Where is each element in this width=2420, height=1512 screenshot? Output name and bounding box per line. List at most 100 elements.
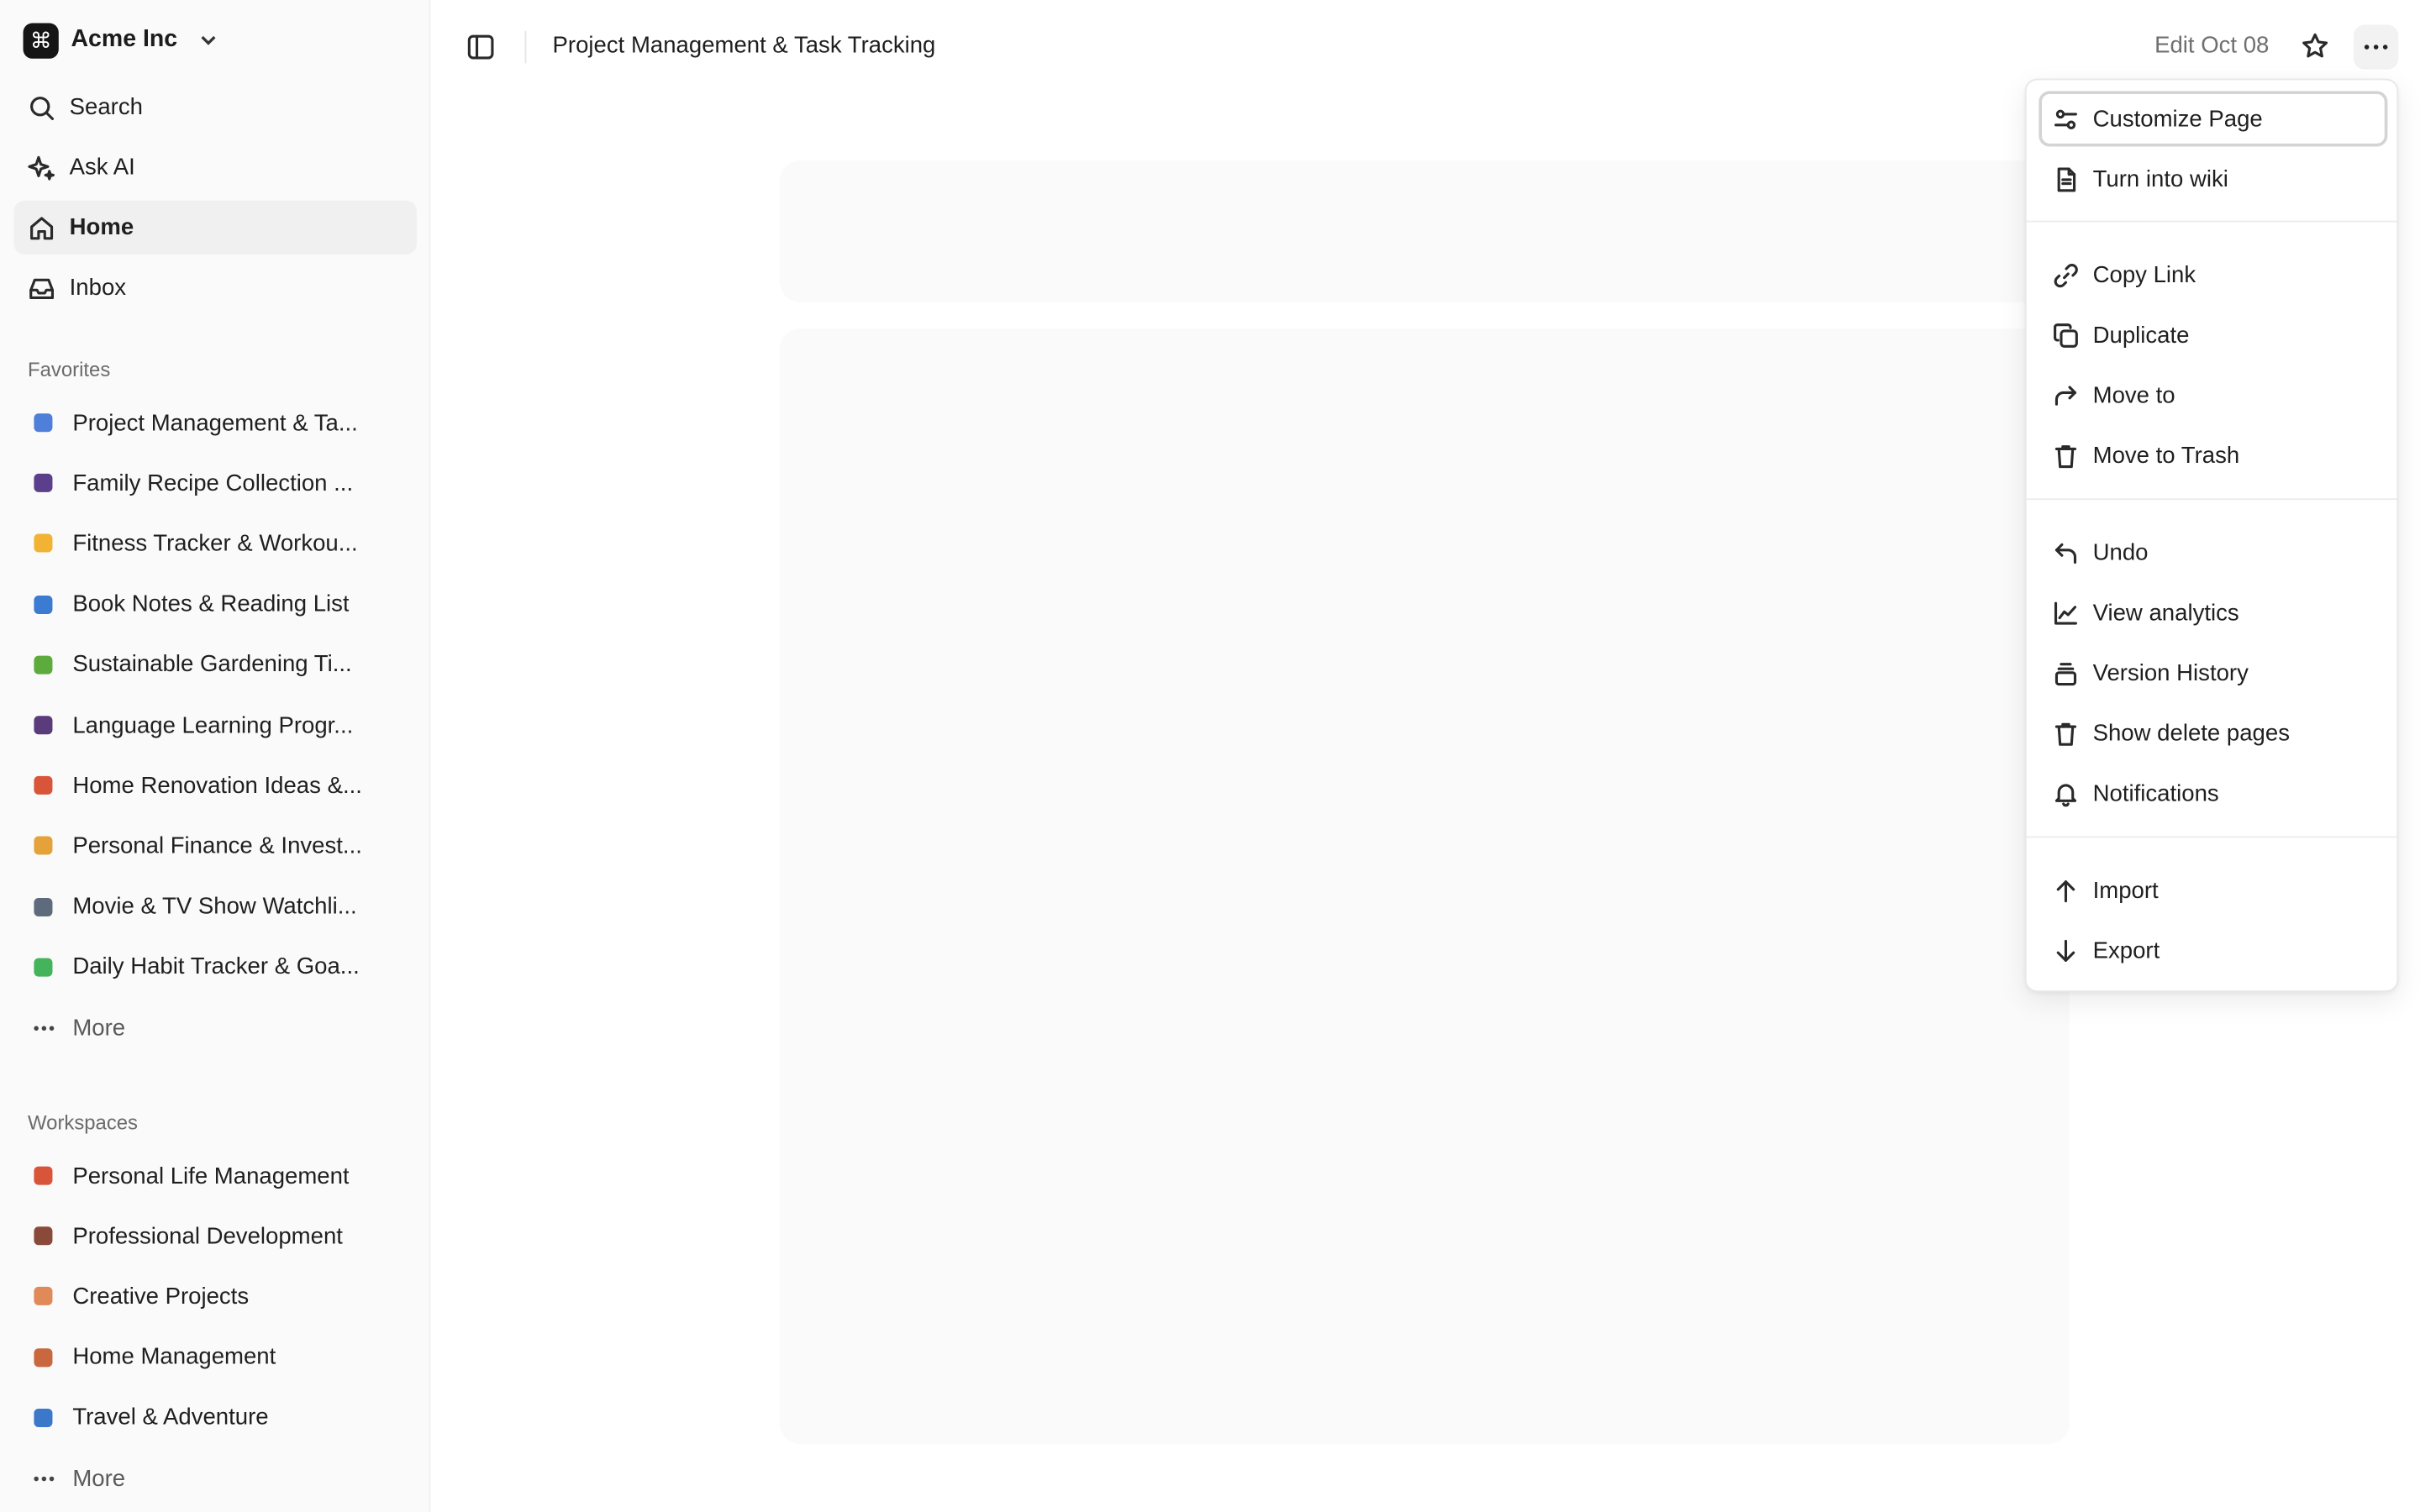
menu-item-export[interactable]: Export [2039, 923, 2387, 979]
workspace-switcher[interactable]: ⌘ Acme Inc [23, 22, 221, 59]
menu-item-version-history[interactable]: Version History [2039, 645, 2387, 701]
forward-arrow-icon [2054, 386, 2077, 406]
workspace-item[interactable]: Home Management [14, 1331, 417, 1383]
last-edited-date: Edit Oct 08 [2154, 32, 2270, 59]
menu-item-view-analytics[interactable]: View analytics [2039, 585, 2387, 640]
seedling-emoji [29, 651, 57, 679]
favorite-item[interactable]: Movie & TV Show Watchli... [14, 880, 417, 932]
favorite-item[interactable]: Family Recipe Collection ... [14, 457, 417, 509]
house-garden-emoji [29, 1343, 57, 1371]
menu-divider [2026, 836, 2397, 838]
link-icon [2054, 263, 2078, 287]
more-dot [2364, 44, 2370, 50]
bar-chart-emoji [29, 409, 57, 437]
menu-item-label: Undo [2092, 538, 2149, 566]
favorite-button[interactable] [2300, 31, 2331, 62]
menu-item-customize-page[interactable]: Customize Page [2039, 91, 2388, 147]
nav-home[interactable]: Home [13, 200, 417, 255]
menu-divider [2026, 220, 2397, 223]
favorite-item-label: Fitness Tracker & Workou... [72, 530, 358, 557]
workspace-item[interactable]: Personal Life Management [14, 1149, 417, 1201]
favorite-item[interactable]: Book Notes & Reading List [14, 578, 417, 630]
nav-ask-ai[interactable]: Ask AI [14, 140, 417, 194]
workspace-item[interactable]: Travel & Adventure [14, 1391, 417, 1443]
menu-item-undo[interactable]: Undo [2039, 524, 2387, 580]
favorites-more[interactable]: More [14, 1001, 417, 1053]
workspace-item[interactable]: Creative Projects [14, 1270, 417, 1322]
menu-item-move-to[interactable]: Move to [2039, 368, 2387, 423]
breadcrumb-divider [524, 30, 527, 64]
favorite-item[interactable]: Home Renovation Ideas &... [14, 759, 417, 811]
palette-emoji [29, 1283, 57, 1310]
books-emoji [29, 591, 57, 618]
favorite-item[interactable]: Language Learning Progr... [14, 699, 417, 751]
sidebar: ⌘ Acme Inc Search Ask AI Home Inbox Favo… [0, 0, 431, 1512]
menu-divider [2026, 498, 2397, 501]
workspace-item-label: Professional Development [72, 1222, 343, 1250]
undo-icon [2054, 542, 2077, 564]
menu-item-notifications[interactable]: Notifications [2039, 766, 2387, 822]
nav-home-label: Home [69, 214, 134, 241]
briefcase-emoji [29, 1222, 57, 1250]
menu-item-turn-into-wiki[interactable]: Turn into wiki [2039, 151, 2387, 207]
home-icon [30, 216, 54, 239]
sidebar-panel-icon [467, 34, 494, 60]
favorites-heading: Favorites [28, 358, 111, 381]
menu-item-copy-link[interactable]: Copy Link [2039, 247, 2387, 302]
workspaces-more-label: More [72, 1464, 126, 1492]
more-horizontal-icon [29, 1475, 57, 1481]
workspace-item-label: Home Management [72, 1343, 276, 1371]
star-icon [2302, 33, 2328, 58]
house-emoji [29, 1162, 57, 1189]
more-dot [2373, 44, 2379, 50]
favorite-item-label: Book Notes & Reading List [72, 591, 350, 617]
menu-item-label: Move to Trash [2092, 443, 2240, 470]
favorite-item[interactable]: Personal Finance & Invest... [14, 820, 417, 872]
favorite-item[interactable]: Daily Habit Tracker & Goa... [14, 941, 417, 993]
line-chart-icon [2054, 601, 2077, 625]
menu-item-label: Move to [2092, 382, 2175, 409]
workspace-item-label: Creative Projects [72, 1283, 250, 1310]
nav-inbox-label: Inbox [69, 274, 127, 302]
nav-search[interactable]: Search [14, 81, 417, 134]
more-horizontal-icon [29, 1025, 57, 1031]
menu-item-label: Duplicate [2092, 322, 2190, 349]
copy-icon [2054, 323, 2078, 348]
menu-item-duplicate[interactable]: Duplicate [2039, 307, 2387, 363]
favorite-item[interactable]: Sustainable Gardening Ti... [14, 638, 417, 690]
menu-item-label: Version History [2092, 659, 2249, 687]
favorite-item-label: Home Renovation Ideas &... [72, 772, 362, 799]
menu-item-label: View analytics [2092, 599, 2239, 627]
bell-icon [2054, 784, 2077, 807]
nav-ask-ai-label: Ask AI [69, 154, 135, 181]
magnifier-emoji [29, 470, 57, 497]
search-icon [30, 96, 55, 120]
layers-icon [2054, 662, 2077, 685]
chevron-down-icon [201, 35, 216, 45]
menu-item-label: Show delete pages [2092, 720, 2290, 748]
toggle-sidebar-button[interactable] [466, 33, 496, 62]
favorite-item-label: Movie & TV Show Watchli... [72, 893, 357, 920]
menu-item-label: Notifications [2092, 780, 2219, 808]
favorite-item[interactable]: Project Management & Ta... [14, 396, 417, 449]
menu-item-label: Turn into wiki [2092, 165, 2228, 193]
nav-inbox[interactable]: Inbox [14, 260, 417, 314]
menu-item-import[interactable]: Import [2039, 863, 2387, 918]
clapper-board-emoji [29, 893, 57, 921]
menu-item-move-to-trash[interactable]: Move to Trash [2039, 428, 2387, 484]
sparkle-icon [28, 155, 55, 180]
breadcrumb-page-title[interactable]: Project Management & Task Tracking [553, 33, 936, 59]
workspace-logo: ⌘ [23, 22, 59, 58]
workspaces-more[interactable]: More [14, 1452, 417, 1504]
workspaces-heading: Workspaces [28, 1110, 139, 1135]
favorite-item-label: Personal Finance & Invest... [72, 832, 362, 859]
favorite-item[interactable]: Fitness Tracker & Workou... [14, 517, 417, 570]
menu-item-show-delete-pages[interactable]: Show delete pages [2039, 706, 2387, 761]
luggage-emoji [29, 1404, 57, 1431]
money-bag-emoji [29, 832, 57, 860]
page-options-button[interactable] [2354, 24, 2399, 70]
menu-item-label: Customize Page [2092, 105, 2263, 133]
menu-item-label: Import [2092, 877, 2159, 904]
content-placeholder-header [779, 160, 2070, 303]
workspace-item[interactable]: Professional Development [14, 1210, 417, 1262]
